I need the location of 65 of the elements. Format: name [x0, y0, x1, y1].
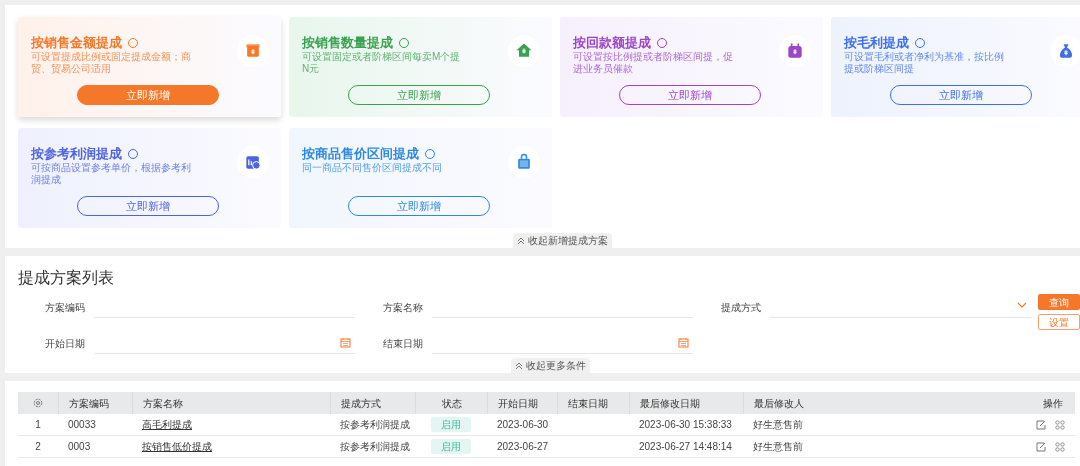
table-cell-text: 好生意售前 — [752, 418, 804, 432]
card-description: 可设置提成比例或固定提成金额；商贸、贸易公司适用 — [31, 51, 191, 75]
chevron-up-icon — [515, 361, 523, 370]
column-header: 开始日期 — [498, 396, 538, 411]
plan-card[interactable]: 按销售金额提成 可设置提成比例或固定提成金额；商贸、贸易公司适用 立即新增 — [18, 17, 281, 117]
table-cell-text: 2023-06-27 14:48:14 — [638, 440, 733, 454]
plan-card[interactable]: 按商品售价区间提成 同一商品不同售价区间提成不同 立即新增 — [289, 128, 552, 228]
grid-icon[interactable] — [1055, 419, 1065, 430]
plan-link[interactable]: 按销售低价提成 — [142, 441, 212, 452]
plan-card[interactable]: 按销售数量提成 可设置固定或者阶梯区间每卖M个提N元 立即新增 — [289, 17, 552, 117]
plan-card[interactable]: 按参考利润提成 可按商品设置参考单价，根据参考利润提成 立即新增 — [18, 128, 281, 228]
card-title: 按商品售价区间提成 — [302, 145, 419, 162]
table-cell-text: 2 — [34, 440, 42, 454]
settings-button[interactable]: 设置 — [1038, 314, 1080, 330]
edit-icon[interactable] — [1036, 441, 1046, 452]
field-label: 提成方式 — [721, 300, 762, 315]
column-header: 方案名称 — [143, 396, 183, 411]
add-button[interactable]: 立即新增 — [77, 85, 219, 105]
table-cell-text: 2023-06-30 15:38:33 — [638, 418, 733, 432]
plan-card[interactable]: 按回款额提成 可设置按比例提或者阶梯区间提，促进业务员催款 立即新增 — [560, 17, 823, 117]
table-cell-text: 0003 — [67, 440, 92, 454]
column-header: 结束日期 — [568, 396, 608, 411]
edit-icon[interactable] — [1036, 419, 1046, 430]
table-cell-text: 00033 — [67, 418, 97, 432]
collapse-button[interactable]: 收起新增提成方案 — [513, 233, 612, 248]
plan-card[interactable]: 按毛利提成 可设置毛利或者净利为基准，按比例提或阶梯区间提 立即新增 — [831, 17, 1080, 117]
field-label: 开始日期 — [45, 336, 86, 351]
table-cell-text: 1 — [34, 418, 42, 432]
settings-icon[interactable] — [33, 398, 43, 408]
table-cell-text: 2023-06-30 — [496, 418, 550, 432]
column-header: 最后修改日期 — [640, 396, 700, 411]
card-title: 按回款额提成 — [573, 34, 651, 51]
calendar-icon — [340, 337, 351, 348]
table-cell-text: 按参考利润提成 — [339, 440, 411, 454]
card-title: 按参考利润提成 — [31, 145, 122, 162]
status-badge: 启用 — [431, 439, 471, 454]
column-header: 提成方式 — [341, 396, 381, 411]
table-cell-text: 2023-06-27 — [496, 440, 550, 454]
card-description: 可设置固定或者阶梯区间每卖M个提N元 — [302, 51, 462, 75]
field-label: 方案编码 — [45, 300, 86, 315]
field-label: 方案名称 — [383, 300, 424, 315]
card-title: 按销售金额提成 — [31, 34, 122, 51]
section-title: 提成方案列表 — [18, 268, 114, 288]
field-label: 结束日期 — [383, 336, 424, 351]
card-description: 可设置毛利或者净利为基准，按比例提或阶梯区间提 — [844, 51, 1004, 75]
column-header: 状态 — [441, 396, 462, 411]
column-header: 方案编码 — [69, 396, 109, 411]
table-cell-text: 好生意售前 — [752, 440, 804, 454]
card-description: 可按商品设置参考单价，根据参考利润提成 — [31, 162, 191, 186]
query-button[interactable]: 查询 — [1038, 294, 1080, 310]
column-header: 操作 — [1043, 396, 1063, 411]
column-header: 最后修改人 — [754, 396, 804, 411]
calendar-icon — [785, 41, 805, 61]
chevron-down-icon — [1017, 302, 1027, 309]
chevron-up-icon — [517, 236, 525, 245]
card-title: 按销售数量提成 — [302, 34, 393, 51]
grid-icon[interactable] — [1055, 441, 1065, 452]
card-title: 按毛利提成 — [844, 34, 909, 51]
collapse-button[interactable]: 收起更多条件 — [511, 358, 590, 373]
card-description: 可设置按比例提或者阶梯区间提，促进业务员催款 — [573, 51, 733, 75]
table-cell-text: 按参考利润提成 — [339, 418, 411, 432]
card-description: 同一商品不同售价区间提成不同 — [302, 162, 443, 174]
status-badge: 启用 — [431, 417, 471, 432]
calendar-icon — [678, 337, 689, 348]
plan-link[interactable]: 高毛利提成 — [142, 419, 192, 430]
